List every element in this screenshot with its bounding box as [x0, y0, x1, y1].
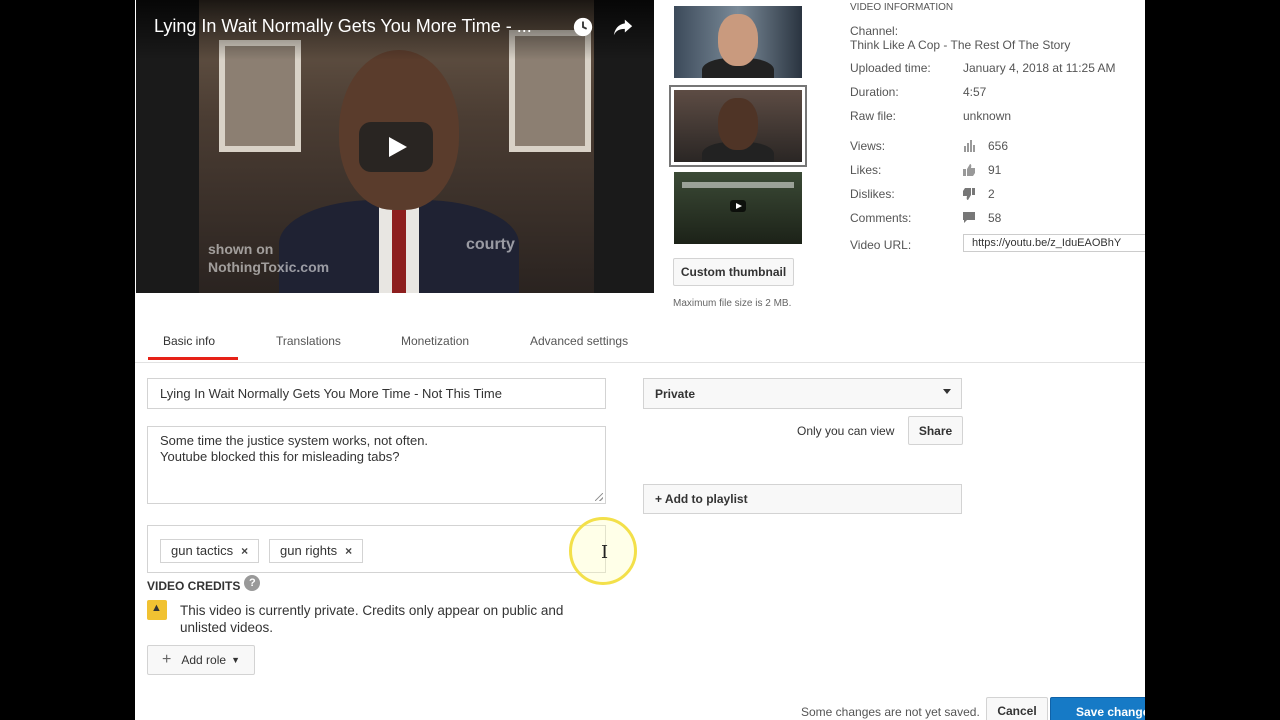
bar-chart-icon	[964, 140, 975, 152]
chevron-down-icon	[943, 389, 951, 394]
raw-file-label: Raw file:	[850, 109, 897, 123]
custom-thumbnail-button[interactable]: Custom thumbnail	[673, 258, 794, 286]
video-watermark-right: courty	[466, 236, 515, 253]
tag-remove-icon[interactable]: ×	[345, 544, 352, 558]
video-url-field[interactable]: https://youtu.be/z_IduEAOBhY	[963, 234, 1145, 252]
text-cursor-icon: I	[601, 542, 609, 563]
share-arrow-icon[interactable]	[612, 16, 634, 38]
tag-label: gun tactics	[171, 543, 234, 558]
thumb-figure	[718, 14, 758, 66]
views-value: 656	[988, 139, 1009, 153]
tag-chip: gun rights ×	[269, 539, 364, 563]
tag-chip: gun tactics ×	[160, 539, 260, 563]
max-file-size-note: Maximum file size is 2 MB.	[673, 298, 792, 309]
tab-advanced-settings[interactable]: Advanced settings	[530, 334, 628, 348]
thumbnail-option-2[interactable]	[674, 90, 802, 162]
player-title[interactable]: Lying In Wait Normally Gets You More Tim…	[154, 16, 564, 37]
video-url-row: Video URL: https://youtu.be/z_IduEAOBhY	[850, 234, 1145, 254]
tag-label: gun rights	[280, 543, 338, 558]
watch-later-icon[interactable]	[572, 16, 594, 38]
play-button[interactable]	[359, 122, 433, 172]
tag-remove-icon[interactable]: ×	[241, 544, 248, 558]
raw-file-row: Raw file: unknown	[850, 109, 1145, 125]
thumb-figure	[718, 98, 758, 150]
help-icon[interactable]: ?	[244, 575, 261, 591]
cancel-button[interactable]: Cancel	[986, 697, 1048, 720]
privacy-note: Only you can view	[797, 424, 895, 438]
credits-warning-text: This video is currently private. Credits…	[180, 603, 564, 635]
share-button[interactable]: Share	[908, 416, 963, 445]
duration-row: Duration: 4:57	[850, 85, 1145, 101]
thumb-caption	[682, 182, 794, 188]
uploaded-row: Uploaded time: January 4, 2018 at 11:25 …	[850, 61, 1145, 77]
thumbs-up-icon	[963, 164, 975, 176]
add-to-playlist-button[interactable]: + Add to playlist	[643, 484, 962, 514]
resize-handle-icon[interactable]	[595, 493, 603, 501]
thumbs-down-icon	[963, 188, 975, 200]
likes-row: Likes: 91	[850, 163, 1145, 179]
video-player[interactable]: shown on NothingToxic.com courty Lying I…	[136, 0, 654, 293]
video-credits-label: VIDEO CREDITS	[147, 579, 241, 593]
views-row: Views: 656	[850, 139, 1145, 155]
comments-row: Comments: 58	[850, 211, 1145, 227]
channel-value[interactable]: Think Like A Cop - The Rest Of The Story	[850, 38, 1070, 52]
thumb-play-icon	[730, 200, 746, 212]
video-url-label: Video URL:	[850, 238, 912, 252]
channel-label: Channel:	[850, 24, 899, 38]
warning-icon	[147, 600, 167, 620]
uploaded-label: Uploaded time:	[850, 61, 931, 75]
caret-down-icon: ▼	[231, 655, 240, 665]
add-role-button[interactable]: + Add role ▼	[147, 645, 255, 675]
comment-icon	[963, 212, 975, 223]
likes-label: Likes:	[850, 163, 882, 177]
thumbnail-option-3[interactable]	[674, 172, 802, 244]
video-credits-header: VIDEO CREDITS ?	[147, 575, 261, 593]
likes-value: 91	[988, 163, 1002, 177]
uploaded-value: January 4, 2018 at 11:25 AM	[963, 61, 1116, 75]
video-info-header: VIDEO INFORMATION	[850, 2, 954, 13]
privacy-select[interactable]: Private	[643, 378, 962, 409]
tab-monetization[interactable]: Monetization	[401, 334, 469, 348]
raw-file-value: unknown	[963, 109, 1012, 123]
save-changes-button[interactable]: Save changes	[1050, 697, 1145, 720]
unsaved-changes-note: Some changes are not yet saved.	[801, 705, 980, 719]
dislikes-value: 2	[988, 187, 995, 201]
tab-basic-info[interactable]: Basic info	[163, 334, 215, 348]
description-line-1: Some time the justice system works, not …	[160, 433, 429, 448]
video-edit-page: shown on NothingToxic.com courty Lying I…	[135, 0, 1145, 720]
description-textarea[interactable]: Some time the justice system works, not …	[147, 426, 606, 504]
plus-icon: +	[162, 651, 172, 668]
comments-value: 58	[988, 211, 1002, 225]
edit-tabs: Basic info Translations Monetization Adv…	[135, 326, 1145, 363]
speaker-tie	[392, 210, 406, 293]
tab-translations[interactable]: Translations	[276, 334, 341, 348]
tags-input[interactable]: gun tactics × gun rights ×	[147, 525, 606, 573]
active-tab-indicator	[148, 357, 238, 360]
watermark-line2: NothingToxic.com	[208, 259, 330, 275]
privacy-value: Private	[655, 387, 696, 401]
title-input[interactable]: Lying In Wait Normally Gets You More Tim…	[147, 378, 606, 409]
views-label: Views:	[850, 139, 886, 153]
duration-value: 4:57	[963, 85, 987, 99]
dislikes-row: Dislikes: 2	[850, 187, 1145, 203]
comments-label: Comments:	[850, 211, 912, 225]
add-role-label: Add role	[181, 653, 227, 667]
duration-label: Duration:	[850, 85, 899, 99]
video-watermark: shown on NothingToxic.com	[208, 240, 329, 276]
description-line-2: Youtube blocked this for misleading tabs…	[160, 449, 400, 464]
thumbnail-option-1[interactable]	[674, 6, 802, 78]
watermark-line1: shown on	[208, 241, 274, 257]
dislikes-label: Dislikes:	[850, 187, 895, 201]
